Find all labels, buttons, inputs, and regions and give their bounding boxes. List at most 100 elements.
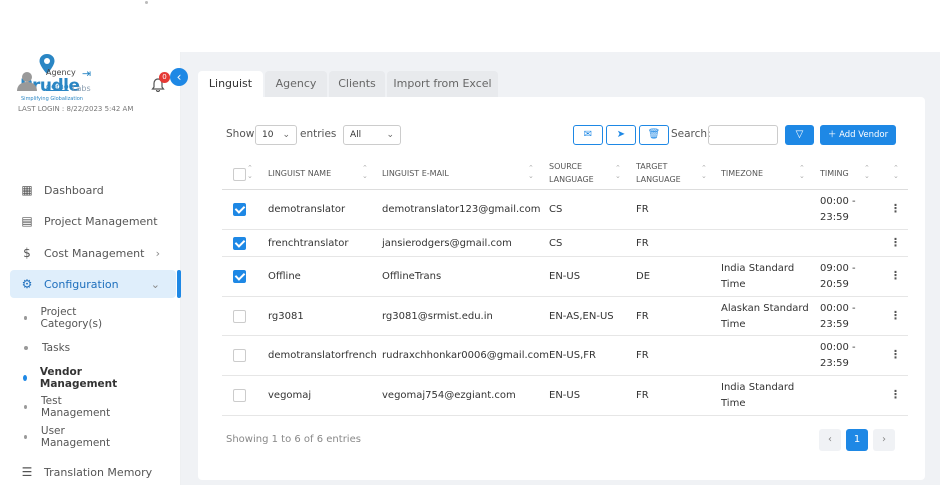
more-options-icon[interactable]: ⋮ xyxy=(890,269,901,282)
table-row[interactable]: rg3081 rg3081@srmist.edu.in EN-AS,EN-US FR A… xyxy=(222,297,908,336)
submenu-item-project-category[interactable]: Project Category(s) xyxy=(24,306,104,330)
submenu-label: Project Category(s) xyxy=(40,306,103,330)
sidebar-item-project-management[interactable]: ▤ Project Management xyxy=(10,207,176,235)
top-bar xyxy=(0,0,940,52)
search-input[interactable] xyxy=(708,125,778,145)
sidebar-item-translation-memory[interactable]: ☰ Translation Memory xyxy=(10,458,176,485)
column-header[interactable]: SOURCE LANGUAGE xyxy=(549,160,599,186)
row-checkbox[interactable] xyxy=(233,309,246,323)
email-button[interactable]: ✉ xyxy=(573,125,603,145)
sort-icon[interactable]: ⌃ ⌄ xyxy=(701,164,707,180)
submenu-label: Vendor Management xyxy=(39,366,118,390)
more-options-icon[interactable]: ⋮ xyxy=(890,348,901,361)
submenu-label: Tasks xyxy=(42,342,71,354)
more-options-icon[interactable]: ⋮ xyxy=(890,236,901,249)
sort-icon[interactable]: ⌃ ⌄ xyxy=(615,164,621,180)
database-icon: ☰ xyxy=(21,465,33,479)
column-header[interactable]: LINGUIST NAME xyxy=(268,167,331,180)
cell-name: vegomaj xyxy=(268,390,312,401)
sort-icon[interactable]: ⌃ ⌄ xyxy=(247,164,253,180)
prev-page-button[interactable]: ‹ xyxy=(819,429,841,451)
column-header[interactable]: TARGET LANGUAGE xyxy=(636,160,686,186)
page-size-value: 10 xyxy=(262,130,274,140)
table-header: ⌃ ⌄ LINGUIST NAME ⌃ ⌄ LINGUIST E-MAIL ⌃ ⌄ S… xyxy=(222,157,908,190)
bullet xyxy=(23,375,27,381)
submenu-item-test-management[interactable]: Test Management xyxy=(24,395,111,419)
sort-icon[interactable]: ⌃ ⌄ xyxy=(864,164,870,180)
collapse-sidebar-button[interactable]: ‹ xyxy=(170,68,188,86)
tab-clients[interactable]: Clients xyxy=(329,71,385,97)
cell-name: Offline xyxy=(268,271,301,282)
add-vendor-label: Add Vendor xyxy=(839,130,889,140)
bullet xyxy=(24,316,27,320)
active-indicator xyxy=(177,270,181,298)
more-options-icon[interactable]: ⋮ xyxy=(890,388,901,401)
submenu-label: User Management xyxy=(40,425,111,449)
more-options-icon[interactable]: ⋮ xyxy=(890,309,901,322)
column-header[interactable]: TIMEZONE xyxy=(721,167,763,180)
sort-icon[interactable]: ⌃ ⌄ xyxy=(893,164,899,180)
page-button[interactable]: 1 xyxy=(846,429,868,451)
row-checkbox[interactable] xyxy=(233,389,246,402)
table-row[interactable]: demotranslator demotranslator123@gmail.co… xyxy=(222,190,908,230)
dashboard-icon: ▦ xyxy=(21,183,33,197)
filter-button[interactable]: ▽ xyxy=(785,125,814,145)
sidebar-item-configuration[interactable]: ⚙ Configuration ⌄ xyxy=(10,270,176,298)
select-all-checkbox[interactable] xyxy=(233,168,246,181)
sidebar-item-dashboard[interactable]: ▦ Dashboard xyxy=(10,176,176,204)
filter-icon: ▽ xyxy=(795,129,804,140)
show-label: Show xyxy=(226,128,255,140)
tab-linguist[interactable]: Linguist xyxy=(198,71,263,97)
logout-icon[interactable]: ⇥ xyxy=(82,67,91,80)
cell-source: EN-US xyxy=(549,271,581,282)
status-filter-value: All xyxy=(350,130,362,140)
table-row[interactable]: demotranslatorfrench rudraxchhonkar0006@g… xyxy=(222,336,908,376)
status-filter-select[interactable]: All ⌄ xyxy=(343,125,401,145)
sort-icon[interactable]: ⌃ ⌄ xyxy=(799,164,805,180)
cell-target: FR xyxy=(636,204,649,215)
cell-target: FR xyxy=(636,310,649,322)
column-header[interactable]: TIMING xyxy=(820,167,849,180)
sort-icon[interactable]: ⌃ ⌄ xyxy=(528,164,534,180)
submenu-item-vendor-management[interactable]: Vendor Management xyxy=(23,366,119,390)
sidebar-item-label: Configuration xyxy=(44,277,119,291)
cell-timezone: India Standard Time xyxy=(721,382,795,409)
more-options-icon[interactable]: ⋮ xyxy=(890,202,901,215)
bullet xyxy=(24,405,28,409)
send-button[interactable]: ➤ xyxy=(606,125,636,145)
add-vendor-button[interactable]: ＋ Add Vendor xyxy=(820,125,896,145)
cell-source: EN-AS,EN-US xyxy=(549,310,614,322)
page-size-select[interactable]: 10 ⌄ xyxy=(255,125,297,145)
sidebar-item-cost-management[interactable]: $ Cost Management › xyxy=(10,239,176,267)
row-checkbox[interactable] xyxy=(233,270,246,283)
sort-icon[interactable]: ⌃ ⌄ xyxy=(362,164,368,180)
sidebar-item-label: Project Management xyxy=(44,214,158,228)
sidebar-item-label: Cost Management xyxy=(44,246,145,260)
user-name-link[interactable]: demo xyxy=(46,82,69,91)
next-page-button[interactable]: › xyxy=(873,429,895,451)
cell-source: CS xyxy=(549,204,563,215)
cell-source: CS xyxy=(549,237,563,249)
bullet xyxy=(24,435,27,439)
table-row[interactable]: vegomaj vegomaj754@ezgiant.com EN-US FR Indi… xyxy=(222,376,908,416)
row-checkbox[interactable] xyxy=(233,349,246,362)
cell-name: demotranslator xyxy=(268,204,346,215)
table-row[interactable]: frenchtranslator jansierodgers@gmail.com C… xyxy=(222,230,908,257)
page: Prudle Labs Simplifying Globalization ‹ … xyxy=(0,0,940,485)
tab-agency[interactable]: Agency xyxy=(265,71,327,97)
row-checkbox[interactable] xyxy=(233,203,246,216)
sidebar-item-label: Dashboard xyxy=(44,183,104,197)
table-row[interactable]: Offline OfflineTrans EN-US DE India Standard… xyxy=(222,257,908,297)
delete-button[interactable]: 🗑 xyxy=(639,125,669,145)
gear-icon: ⚙ xyxy=(21,277,33,291)
tab-import-from-excel[interactable]: Import from Excel xyxy=(387,71,498,97)
user-panel: Agency ⇥ demo 0 xyxy=(16,66,176,98)
row-checkbox[interactable] xyxy=(233,236,246,250)
submenu-item-tasks[interactable]: Tasks xyxy=(24,338,70,358)
column-header[interactable]: LINGUIST E-MAIL xyxy=(382,167,449,180)
avatar[interactable] xyxy=(16,69,38,91)
dollar-icon: $ xyxy=(23,246,31,260)
submenu-item-user-management[interactable]: User Management xyxy=(24,425,111,449)
entries-label: entries xyxy=(300,128,337,140)
sidebar-item-label: Translation Memory xyxy=(44,465,153,479)
